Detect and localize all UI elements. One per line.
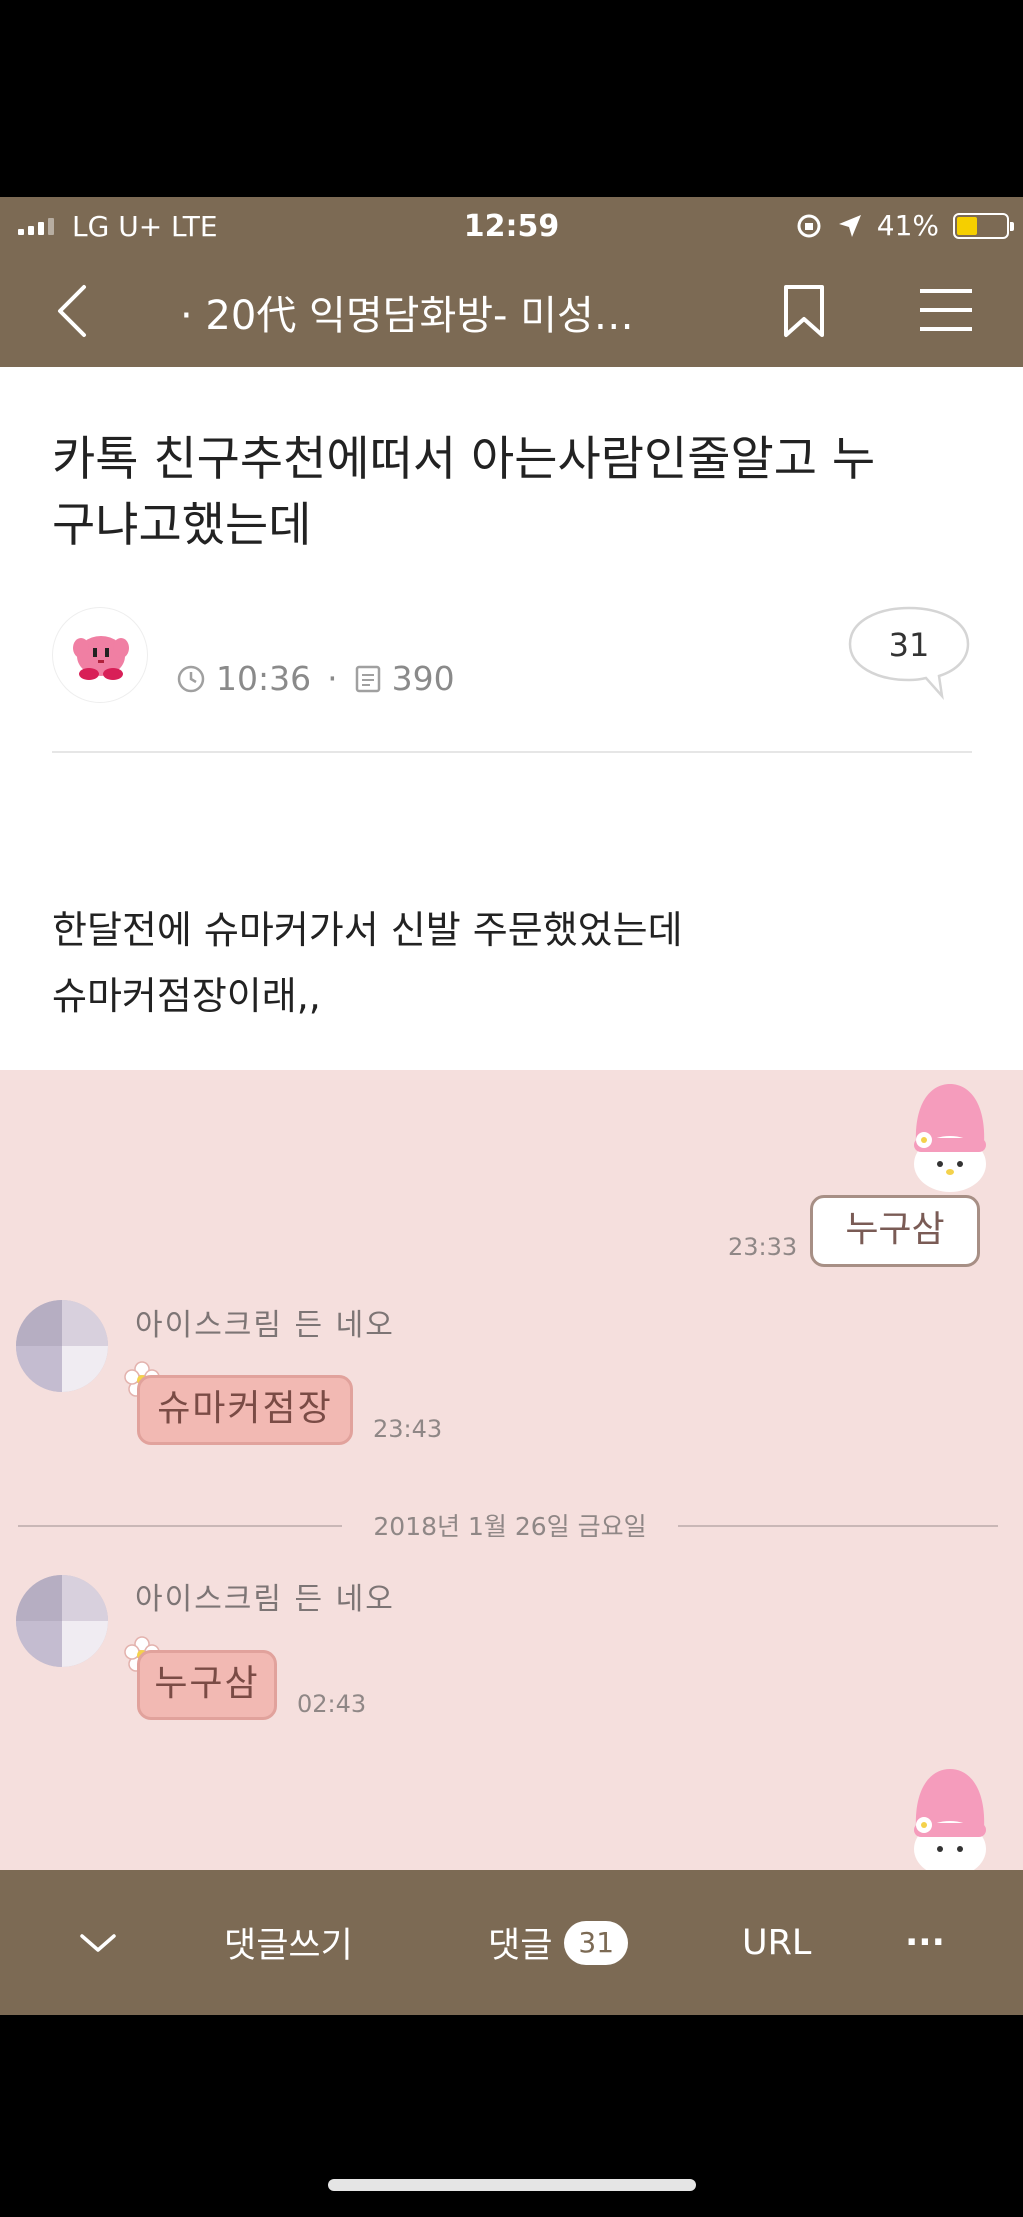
date-divider: 2018년 1월 26일 금요일 [373,1512,647,1541]
date-divider-line-left [18,1525,342,1527]
comments-button[interactable]: 댓글 31 [488,1870,629,2015]
post-title-line-1: 카톡 친구추천에떠서 아는사람인줄알고 누 [52,432,876,487]
date-divider-line-right [678,1525,998,1527]
chat-screenshot-image: 누구삼 23:33 아이스크림 든 네오 슈마커점장 23:43 2018년 1… [0,1070,1023,1870]
friend-name: 아이스크림 든 네오 [135,1308,395,1343]
comment-count: 31 [888,626,930,664]
my-melody-sticker-icon [914,1084,986,1192]
location-arrow-icon [838,214,861,237]
friend-message-bubble-1: 슈마커점장 [137,1375,353,1445]
navigation-bar: · 20代 익명담화방- 미성… [0,253,1023,367]
friend-avatar [16,1300,108,1392]
status-bar: LG U+ LTE 12:59 41% [0,197,1023,253]
home-indicator[interactable] [328,2179,696,2191]
back-chevron-icon[interactable] [48,281,98,341]
url-button[interactable]: URL [742,1870,811,2015]
my-message-time: 23:33 [728,1233,798,1261]
phone-screen: LG U+ LTE 12:59 41% · 20代 익명담화방- 미성… 카톡 … [0,197,1023,2015]
post-meta: 10:36 · 390 [176,659,455,698]
comment-count-button[interactable]: 31 [846,604,972,704]
write-comment-button[interactable]: 댓글쓰기 [224,1870,353,2015]
divider [52,751,972,753]
top-letterbox [0,0,1023,197]
friend-message-time-2: 02:43 [297,1690,367,1718]
post-title-line-2: 구냐고했는데 [52,498,312,553]
friend-message-bubble-2: 누구삼 [137,1650,277,1720]
comments-label: 댓글 [488,1926,553,1966]
hamburger-menu-icon[interactable] [920,285,972,335]
status-right: 41% [795,209,1014,242]
comments-count-badge: 31 [564,1920,629,1965]
friend-avatar [16,1575,108,1667]
my-message-bubble: 누구삼 [810,1195,980,1267]
battery-percent: 41% [876,209,939,242]
battery-icon [953,212,1014,239]
friend-name: 아이스크림 든 네오 [135,1582,395,1617]
bottom-toolbar: 댓글쓰기 댓글 31 URL ··· [0,1870,1023,2015]
collapse-button[interactable] [78,1870,118,2015]
article: 카톡 친구추천에떠서 아는사람인줄알고 누 구냐고했는데 10:36 · 390… [0,367,1023,1070]
my-melody-sticker-icon [914,1769,986,1870]
post-views: 390 [391,659,455,698]
post-body: 한달전에 슈마커가서 신발 주문했었는데 슈마커점장이래,, [52,897,683,1029]
meta-separator: · [327,659,338,698]
author-avatar[interactable] [52,607,148,703]
post-title: 카톡 친구추천에떠서 아는사람인줄알고 누 구냐고했는데 [52,427,972,559]
more-options-button[interactable]: ··· [905,1870,945,2015]
chevron-down-icon [80,1933,116,1952]
bookmark-icon[interactable] [780,283,828,339]
rotation-lock-icon [797,214,821,237]
post-body-line-1: 한달전에 슈마커가서 신발 주문했었는데 [52,908,683,952]
board-title: · 20代 익명담화방- 미성… [180,293,634,339]
clock-icon [177,665,205,692]
friend-message-time-1: 23:43 [373,1415,443,1443]
views-document-icon [355,665,380,692]
post-time: 10:36 [216,659,312,698]
kirby-avatar-icon [73,636,129,680]
post-body-line-2: 슈마커점장이래,, [52,974,321,1018]
